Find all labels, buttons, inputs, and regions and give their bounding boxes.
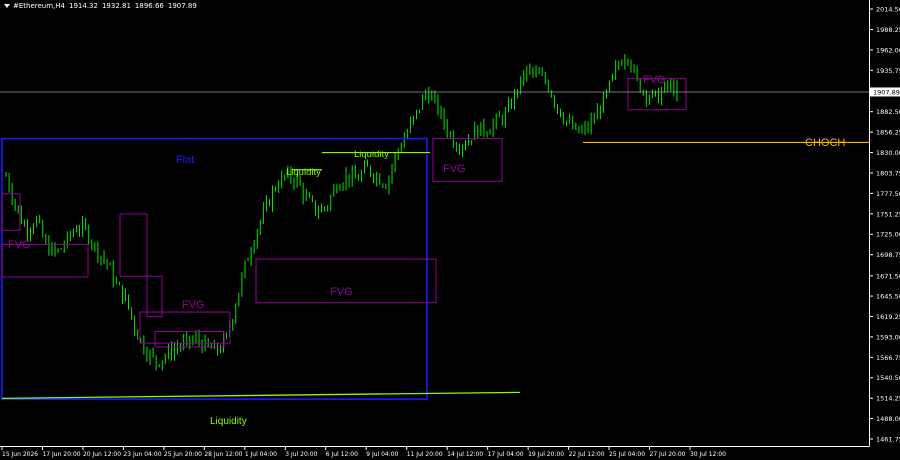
y-tick-label: 1593.00 <box>876 333 900 341</box>
y-tick-label: 1488.00 <box>876 415 900 423</box>
y-axis-ticks: 2014.561988.251962.001935.751909.501882.… <box>869 6 900 444</box>
liquidity-label-1: Liquidity <box>286 167 321 178</box>
x-tick-label: 22 Jul 12:00 <box>569 451 605 458</box>
fvg-label-2: FVG <box>182 299 205 311</box>
y-tick-label: 1777.50 <box>876 190 900 198</box>
y-tick-label: 1988.25 <box>876 26 900 34</box>
choch-label: CHOCH <box>805 137 845 149</box>
symbol-timeframe: #Ethereum,H4 <box>13 2 66 10</box>
x-tick-label: 14 Jul 12:00 <box>447 451 483 458</box>
x-axis-ticks: 15 Jun 2026 17 Jun 20:00 20 Jun 12:00 23 Ju… <box>1 446 726 458</box>
x-tick-label: 11 Jul 20:00 <box>407 451 443 458</box>
overlays-layer <box>1 78 869 400</box>
y-tick-label: 1962.00 <box>876 46 900 54</box>
x-tick-label: 25 Jun 20:00 <box>164 451 202 458</box>
y-tick-label: 1461.75 <box>876 436 900 444</box>
liquidity-label-2: Liquidity <box>354 149 389 160</box>
candles-layer <box>5 53 678 371</box>
flat-range-box <box>1 137 428 400</box>
x-tick-label: 1 Jul 04:00 <box>245 451 277 458</box>
fvg-label-5: FVG <box>643 74 666 86</box>
y-tick-label: 1830.00 <box>876 149 900 157</box>
x-tick-label: 6 Jul 12:00 <box>326 451 358 458</box>
high-value: 1932.81 <box>101 2 131 10</box>
y-tick-label: 1671.50 <box>876 272 900 280</box>
current-price-label: 1907.89 <box>873 88 900 96</box>
liquidity-line <box>1 391 521 400</box>
fvg-label-3: FVG <box>330 286 353 298</box>
dropdown-triangle-icon[interactable] <box>4 4 10 8</box>
low-value: 1896.66 <box>134 2 164 10</box>
chart-header: #Ethereum,H4 1914.32 1932.81 1896.66 1907.89 <box>4 2 201 10</box>
y-tick-label: 1566.75 <box>876 354 900 362</box>
x-tick-label: 23 Jun 04:00 <box>123 451 161 458</box>
y-tick-label: 1935.75 <box>876 67 900 75</box>
fvg-label-1: FVG <box>8 239 31 251</box>
price-chart[interactable]: 2014.561988.251962.001935.751909.501882.… <box>0 0 900 460</box>
structure-box <box>1 193 21 231</box>
y-tick-label: 1698.75 <box>876 251 900 259</box>
open-value: 1914.32 <box>69 2 98 10</box>
y-tick-label: 1803.75 <box>876 169 900 177</box>
y-tick-label: 1725.00 <box>876 231 900 239</box>
y-tick-label: 1645.50 <box>876 293 900 301</box>
x-tick-label: 28 Jun 12:00 <box>204 451 242 458</box>
x-tick-label: 17 Jul 04:00 <box>488 451 524 458</box>
y-tick-label: 1619.25 <box>876 313 900 321</box>
structure-box <box>146 275 163 318</box>
x-tick-label: 19 Jul 20:00 <box>528 451 564 458</box>
y-tick-label: 1540.50 <box>876 374 900 382</box>
x-tick-label: 9 Jul 04:00 <box>366 451 398 458</box>
fvg-label-4: FVG <box>443 163 466 175</box>
y-tick-label: 1856.25 <box>876 129 900 137</box>
x-tick-label: 30 Jul 12:00 <box>690 451 726 458</box>
x-tick-label: 15 Jun 2026 <box>2 451 38 458</box>
flat-label: Flat <box>176 154 194 166</box>
y-tick-label: 1882.56 <box>876 108 900 116</box>
x-tick-label: 17 Jun 20:00 <box>42 451 80 458</box>
liquidity-label-3: Liquidity <box>210 416 247 427</box>
y-tick-label: 1751.25 <box>876 210 900 218</box>
x-tick-label: 27 Jul 20:00 <box>650 451 686 458</box>
x-tick-label: 3 Jul 20:00 <box>285 451 317 458</box>
chart-root: 2014.561988.251962.001935.751909.501882.… <box>0 0 900 460</box>
y-tick-label: 1514.25 <box>876 395 900 403</box>
y-tick-label: 2014.56 <box>876 6 900 14</box>
x-tick-label: 20 Jun 12:00 <box>83 451 121 458</box>
x-tick-label: 25 Jul 04:00 <box>609 451 645 458</box>
close-value: 1907.89 <box>167 2 197 10</box>
structure-box <box>119 213 148 277</box>
